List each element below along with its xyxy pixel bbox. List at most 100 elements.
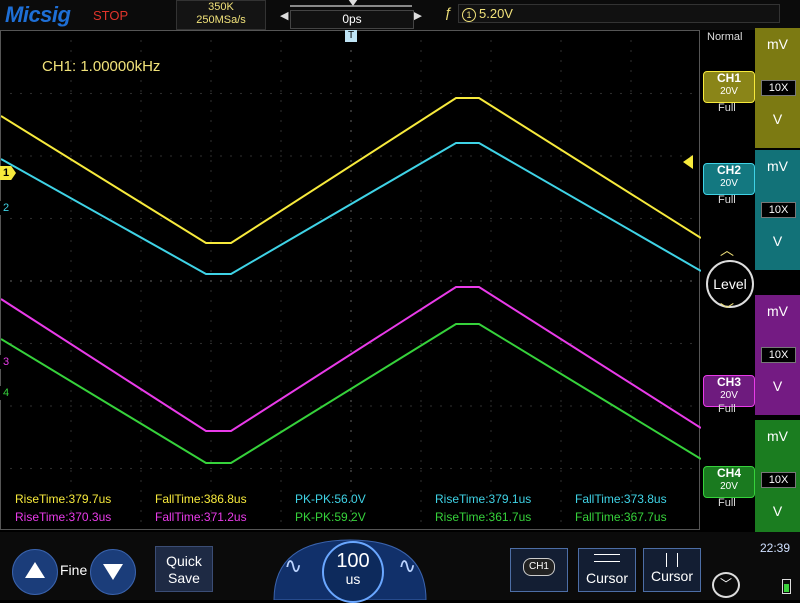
fine-up-button[interactable]: [12, 549, 58, 595]
measurement-ch3-fall[interactable]: FallTime:371.2us: [155, 510, 247, 524]
grid-dot: [170, 405, 172, 407]
ch3-probe-ratio[interactable]: 10X: [761, 347, 796, 363]
ch4-probe-ratio[interactable]: 10X: [761, 472, 796, 488]
grid-dot: [220, 342, 222, 345]
measurement-ch4-pkpk[interactable]: PK-PK:59.2V: [295, 510, 366, 524]
measurement-ch1-rise[interactable]: RiseTime:379.7us: [15, 492, 111, 506]
grid-dot: [210, 470, 212, 472]
grid-dot: [660, 92, 662, 95]
grid-dot: [490, 230, 492, 232]
trigger-info[interactable]: ƒ 1 5.20V: [440, 0, 780, 23]
ch1-unit-down[interactable]: V: [755, 111, 800, 127]
grid-dot: [190, 155, 192, 157]
quick-save-button[interactable]: Quick Save: [155, 546, 213, 592]
grid-dot: [140, 490, 142, 492]
grid-dot: [420, 150, 422, 152]
grid-dot: [100, 405, 102, 407]
measurement-ch4-fall[interactable]: FallTime:367.7us: [575, 510, 667, 524]
chevron-right-icon[interactable]: ▶: [414, 9, 422, 22]
grid-dot: [560, 440, 562, 442]
time-offset-value[interactable]: 0ps: [290, 10, 414, 29]
grid-dot: [620, 405, 622, 407]
grid-dot: [560, 210, 562, 212]
timebase-increase-wave-icon[interactable]: ∿: [398, 553, 416, 579]
trigger-level-marker-icon[interactable]: [683, 155, 693, 169]
grid-dot: [420, 380, 422, 382]
grid-dot: [370, 92, 372, 95]
trigger-position-marker[interactable]: T: [345, 30, 357, 42]
grid-dot: [420, 130, 422, 132]
chevron-down-icon[interactable]: ﹀: [720, 300, 734, 320]
ch2-unit-up[interactable]: mV: [755, 158, 800, 174]
trigger-level-box[interactable]: 1 5.20V: [458, 4, 780, 23]
ch1-button[interactable]: CH1 20V: [703, 71, 755, 103]
grid-dot: [640, 405, 642, 407]
ch1-unit-up[interactable]: mV: [755, 36, 800, 52]
measurement-ch4-rise[interactable]: RiseTime:361.7us: [435, 510, 531, 524]
ch4-button[interactable]: CH4 20V: [703, 466, 755, 498]
grid-dot: [350, 50, 352, 52]
acquisition-info[interactable]: 350K 250MSa/s: [176, 0, 266, 30]
run-stop-indicator[interactable]: STOP: [93, 8, 128, 23]
grid-dot: [170, 342, 172, 345]
timebase-decrease-wave-icon[interactable]: ∿: [284, 553, 302, 579]
grid-dot: [80, 155, 82, 157]
grid-dot: [70, 150, 72, 152]
timebase-value-button[interactable]: 100 us: [322, 541, 384, 603]
ch2-unit-down[interactable]: V: [755, 233, 800, 249]
menu-expand-icon[interactable]: ﹀: [712, 572, 740, 598]
ch1-probe-ratio[interactable]: 10X: [761, 80, 796, 96]
ch3-vertical-panel[interactable]: mV 10X V: [755, 295, 800, 415]
grid-dot: [630, 120, 632, 122]
channel-select-button[interactable]: CH1: [510, 548, 568, 592]
ch2-button[interactable]: CH2 20V: [703, 163, 755, 195]
grid-dot: [350, 470, 352, 472]
ch4-unit-up[interactable]: mV: [755, 428, 800, 444]
ch4-vertical-panel[interactable]: mV 10X V: [755, 420, 800, 540]
grid-dot: [210, 330, 212, 332]
ch2-probe-ratio[interactable]: 10X: [761, 202, 796, 218]
measurement-ch2-fall[interactable]: FallTime:373.8us: [575, 492, 667, 506]
fine-down-button[interactable]: [90, 549, 136, 595]
ch3-unit-down[interactable]: V: [755, 378, 800, 394]
grid-dot: [420, 60, 422, 62]
horizontal-position-bar[interactable]: ◀ ▶ 0ps: [278, 0, 424, 29]
horizontal-cursor-button[interactable]: Cursor: [578, 548, 636, 592]
waveform-display[interactable]: [0, 30, 701, 530]
grid-dot: [70, 110, 72, 112]
grid-dot: [100, 92, 102, 95]
grid-dot: [210, 405, 212, 407]
grid-dot: [60, 155, 62, 157]
ch1-vertical-panel[interactable]: mV 10X V: [755, 28, 800, 148]
grid-dot: [630, 150, 632, 152]
ch2-vertical-panel[interactable]: mV 10X V: [755, 150, 800, 270]
measurement-ch2-rise[interactable]: RiseTime:379.1us: [435, 492, 531, 506]
grid-dot: [550, 92, 552, 95]
measurement-ch2-pkpk[interactable]: PK-PK:56.0V: [295, 492, 366, 506]
grid-dot: [680, 92, 682, 95]
grid-dot: [350, 150, 352, 152]
grid-dot: [210, 260, 212, 262]
ch4-unit-down[interactable]: V: [755, 503, 800, 519]
acquisition-mode[interactable]: Normal: [707, 31, 742, 43]
measurement-ch3-rise[interactable]: RiseTime:370.3us: [15, 510, 111, 524]
grid-dot: [630, 180, 632, 182]
timebase-number: 100: [336, 550, 370, 572]
grid-dot: [490, 420, 492, 422]
vertical-cursor-button[interactable]: Cursor: [643, 548, 701, 592]
grid-dot: [120, 217, 122, 220]
grid-dot: [310, 92, 312, 95]
grid-dot: [420, 300, 422, 302]
grid-dot: [570, 405, 572, 407]
grid-dot: [680, 217, 682, 220]
grid-dot: [280, 150, 282, 152]
grid-dot: [630, 50, 632, 52]
grid-dot: [10, 92, 12, 95]
chevron-up-icon[interactable]: ︿: [720, 240, 734, 260]
grid-dot: [140, 110, 142, 112]
grid-dot: [560, 500, 562, 502]
chevron-left-icon[interactable]: ◀: [280, 9, 288, 22]
grid-dot: [260, 280, 262, 282]
ch3-unit-up[interactable]: mV: [755, 303, 800, 319]
measurement-ch1-fall[interactable]: FallTime:386.8us: [155, 492, 247, 506]
